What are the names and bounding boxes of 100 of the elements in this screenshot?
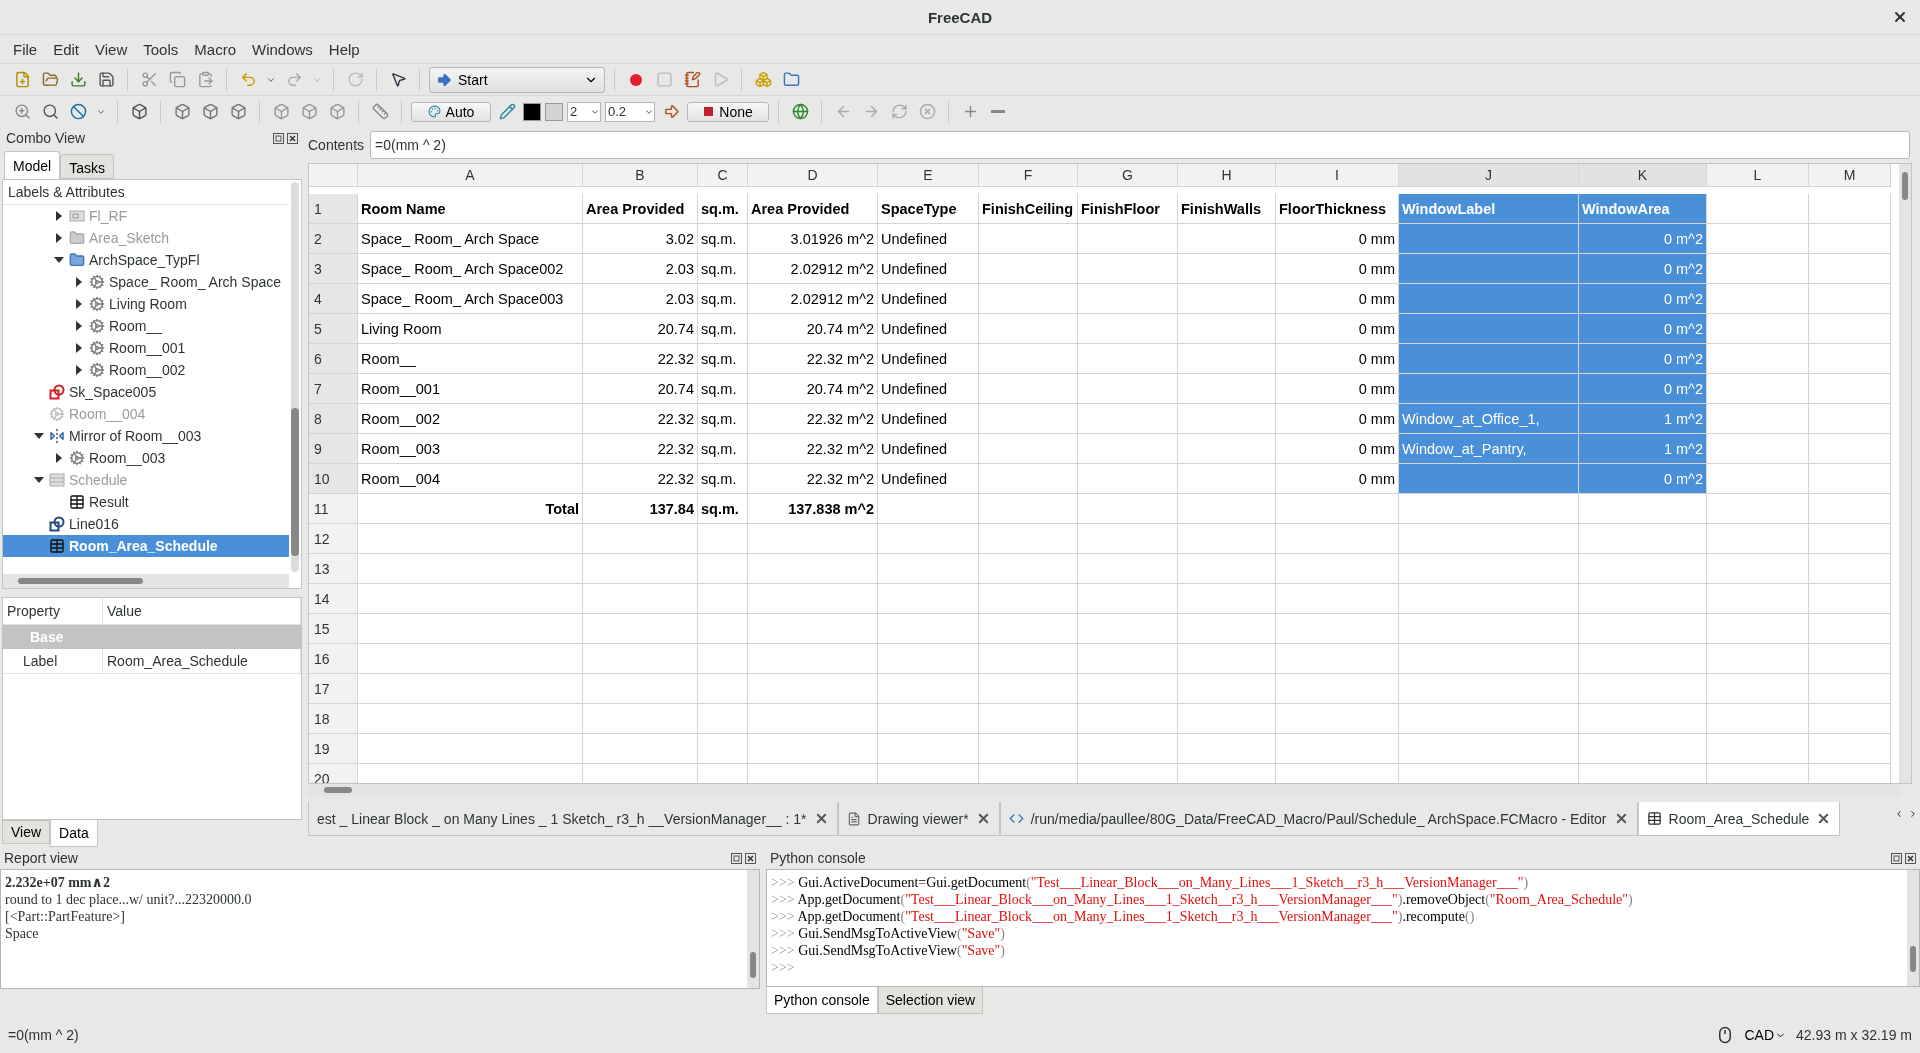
- empty-cell[interactable]: [1809, 584, 1891, 614]
- empty-cell[interactable]: [1809, 524, 1891, 554]
- empty-cell[interactable]: [1276, 554, 1399, 584]
- contents-field[interactable]: =0(mm ^ 2): [370, 131, 1910, 159]
- empty-cell[interactable]: [878, 584, 979, 614]
- table-cell[interactable]: Area Provided: [748, 194, 878, 224]
- empty-cell[interactable]: [1707, 614, 1809, 644]
- expand-arrow-icon[interactable]: [74, 299, 84, 309]
- menu-item[interactable]: Windows: [245, 37, 320, 61]
- empty-cell[interactable]: [698, 554, 748, 584]
- empty-cell[interactable]: [1399, 734, 1579, 764]
- empty-cell[interactable]: [1809, 374, 1891, 404]
- empty-cell[interactable]: [1276, 644, 1399, 674]
- empty-cell[interactable]: [979, 704, 1078, 734]
- menu-item[interactable]: Tools: [136, 37, 186, 61]
- row-header[interactable]: 7: [309, 374, 358, 404]
- document-tab[interactable]: Room_Area_Schedule: [1637, 802, 1841, 836]
- table-cell[interactable]: Undefined: [878, 224, 979, 254]
- empty-cell[interactable]: [1809, 674, 1891, 704]
- document-tab[interactable]: Drawing viewer*: [837, 802, 1000, 836]
- expand-arrow-icon[interactable]: [74, 277, 84, 287]
- table-cell[interactable]: Space_ Room_ Arch Space003: [358, 284, 583, 314]
- row-header[interactable]: 3: [309, 254, 358, 284]
- table-cell[interactable]: 20.74: [583, 314, 698, 344]
- empty-cell[interactable]: [979, 284, 1078, 314]
- empty-cell[interactable]: [878, 494, 979, 524]
- tree-item[interactable]: Space_ Room_ Arch Space: [3, 271, 289, 293]
- table-cell[interactable]: 20.74 m^2: [748, 314, 878, 344]
- empty-cell[interactable]: [1078, 404, 1178, 434]
- table-cell[interactable]: Space_ Room_ Arch Space: [358, 224, 583, 254]
- empty-cell[interactable]: [979, 224, 1078, 254]
- row-header[interactable]: 9: [309, 434, 358, 464]
- table-cell[interactable]: 2.02912 m^2: [748, 254, 878, 284]
- table-cell[interactable]: sq.m.: [698, 344, 748, 374]
- empty-cell[interactable]: [1178, 734, 1276, 764]
- empty-cell[interactable]: [1707, 494, 1809, 524]
- table-cell[interactable]: 2.03: [583, 254, 698, 284]
- empty-cell[interactable]: [1276, 524, 1399, 554]
- tab[interactable]: Python console: [766, 987, 878, 1014]
- empty-cell[interactable]: [1399, 494, 1579, 524]
- empty-cell[interactable]: [979, 494, 1078, 524]
- empty-cell[interactable]: [1809, 404, 1891, 434]
- empty-cell[interactable]: [698, 674, 748, 704]
- row-header[interactable]: 12: [309, 524, 358, 554]
- table-cell[interactable]: sq.m.: [698, 254, 748, 284]
- empty-cell[interactable]: [1809, 464, 1891, 494]
- table-cell[interactable]: 22.32 m^2: [748, 434, 878, 464]
- empty-cell[interactable]: [979, 734, 1078, 764]
- tab[interactable]: Model: [4, 151, 61, 179]
- empty-cell[interactable]: [1178, 464, 1276, 494]
- table-cell[interactable]: Room__003: [358, 434, 583, 464]
- empty-cell[interactable]: [1178, 404, 1276, 434]
- row-header[interactable]: 16: [309, 644, 358, 674]
- empty-cell[interactable]: [1276, 614, 1399, 644]
- table-cell[interactable]: 22.32: [583, 434, 698, 464]
- empty-cell[interactable]: [1078, 614, 1178, 644]
- tab[interactable]: Selection view: [877, 987, 984, 1014]
- empty-cell[interactable]: [698, 644, 748, 674]
- table-cell[interactable]: 22.32 m^2: [748, 344, 878, 374]
- empty-cell[interactable]: [1178, 614, 1276, 644]
- row-header[interactable]: 8: [309, 404, 358, 434]
- table-cell[interactable]: 22.32: [583, 464, 698, 494]
- empty-cell[interactable]: [1399, 644, 1579, 674]
- empty-cell[interactable]: [1178, 374, 1276, 404]
- expand-arrow-icon[interactable]: [54, 211, 64, 221]
- empty-cell[interactable]: [698, 584, 748, 614]
- empty-cell[interactable]: [1276, 704, 1399, 734]
- row-header[interactable]: 19: [309, 734, 358, 764]
- spin-field[interactable]: 2: [567, 101, 601, 122]
- empty-cell[interactable]: [1178, 254, 1276, 284]
- empty-cell[interactable]: [1399, 614, 1579, 644]
- empty-cell[interactable]: [1707, 674, 1809, 704]
- menu-item[interactable]: Help: [321, 37, 367, 61]
- selected-cell[interactable]: [1399, 284, 1579, 314]
- empty-cell[interactable]: [583, 644, 698, 674]
- empty-cell[interactable]: [1809, 194, 1891, 224]
- empty-cell[interactable]: [698, 734, 748, 764]
- empty-cell[interactable]: [1579, 644, 1707, 674]
- empty-cell[interactable]: [1178, 344, 1276, 374]
- table-cell[interactable]: Undefined: [878, 374, 979, 404]
- empty-cell[interactable]: [1579, 524, 1707, 554]
- empty-cell[interactable]: [1809, 254, 1891, 284]
- empty-cell[interactable]: [748, 644, 878, 674]
- empty-cell[interactable]: [1276, 494, 1399, 524]
- document-tab[interactable]: /run/media/paullee/80G_Data/FreeCAD_Macro/Paul/Schedule_ ArchSpace.FCMacro - Editor: [999, 802, 1638, 836]
- selected-cell[interactable]: [1399, 344, 1579, 374]
- table-cell[interactable]: Undefined: [878, 344, 979, 374]
- float-icon[interactable]: [273, 132, 284, 144]
- empty-cell[interactable]: [583, 554, 698, 584]
- empty-cell[interactable]: [878, 674, 979, 704]
- empty-cell[interactable]: [979, 524, 1078, 554]
- table-cell[interactable]: SpaceType: [878, 194, 979, 224]
- empty-cell[interactable]: [748, 734, 878, 764]
- empty-cell[interactable]: [748, 704, 878, 734]
- tree-item[interactable]: Room__002: [3, 359, 289, 381]
- column-header[interactable]: F: [979, 164, 1078, 187]
- empty-cell[interactable]: [1707, 644, 1809, 674]
- table-cell[interactable]: sq.m.: [698, 464, 748, 494]
- empty-cell[interactable]: [1579, 554, 1707, 584]
- empty-cell[interactable]: [748, 554, 878, 584]
